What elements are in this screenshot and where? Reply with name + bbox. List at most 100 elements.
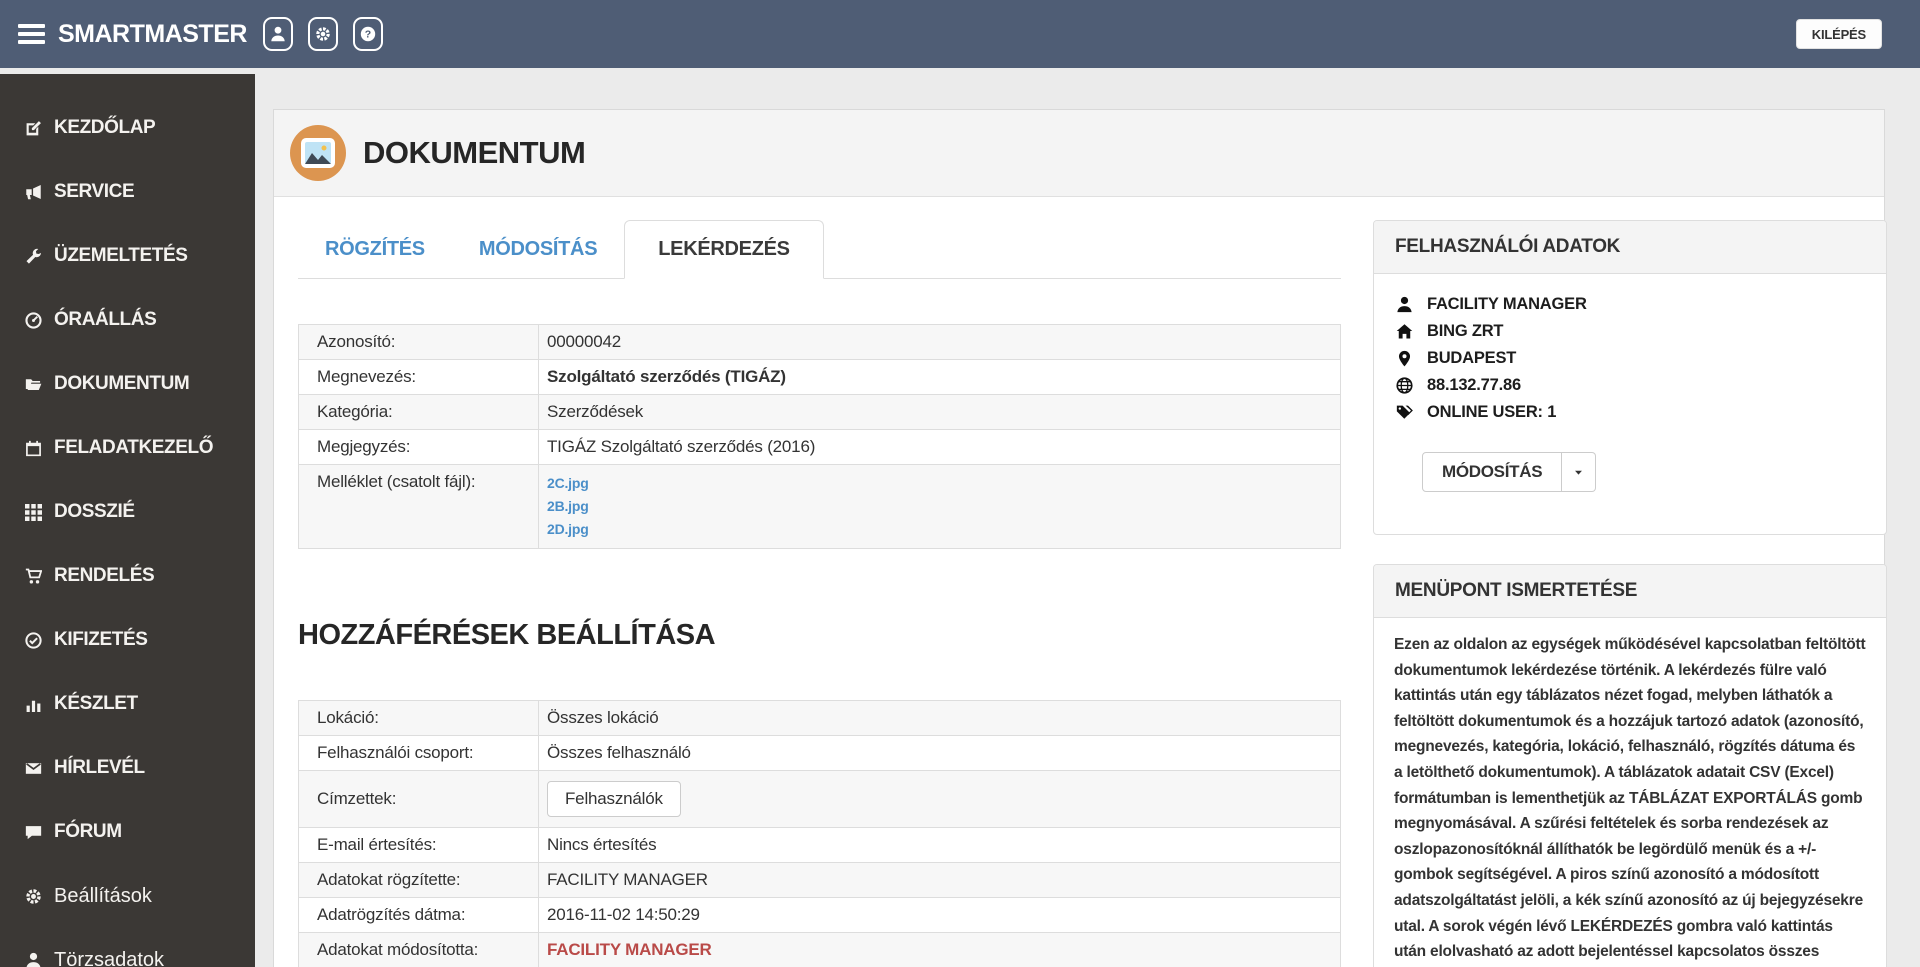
row-label: Címzettek: [298, 770, 539, 828]
bar-chart-icon [25, 696, 43, 713]
tab-lekerdezes[interactable]: LEKÉRDEZÉS [624, 220, 824, 279]
main-panel: DOKUMENTUM RÖGZÍTÉS MÓDOSÍTÁS LEKÉRDEZÉS… [273, 109, 1887, 967]
table-row: Megnevezés: Szolgáltató szerződés (TIGÁZ… [298, 359, 1341, 395]
envelope-icon [25, 760, 43, 777]
row-value: Szolgáltató szerződés (TIGÁZ) [538, 359, 1341, 395]
edit-square-icon [25, 120, 43, 137]
row-label: Melléklet (csatolt fájl): [298, 464, 539, 549]
row-value: 00000042 [538, 324, 1341, 360]
sidebar-item-uzemeltetes[interactable]: ÜZEMELTETÉS [0, 224, 255, 288]
sidebar-item-dokumentum[interactable]: DOKUMENTUM [0, 352, 255, 416]
section-heading: HOZZÁFÉRÉSEK BEÁLLÍTÁSA [298, 619, 716, 651]
table-row: Felhasználói csoport: Összes felhasználó [298, 735, 1341, 771]
user-button[interactable] [263, 17, 293, 51]
gauge-icon [25, 311, 43, 329]
tab-rogzites[interactable]: RÖGZÍTÉS [298, 220, 452, 278]
sidebar-item-torzsadatok[interactable]: Törzsadatok [0, 928, 255, 967]
megaphone-icon [25, 184, 43, 201]
user-icon [270, 26, 286, 42]
row-label: Kategória: [298, 394, 539, 430]
sidebar-item-label: FELADATKEZELŐ [54, 437, 214, 458]
row-label: Adatokat módosította: [298, 932, 539, 967]
modify-split-button: MÓDOSÍTÁS [1422, 452, 1597, 492]
sidebar-item-label: HÍRLEVÉL [54, 757, 145, 778]
tab-modositas[interactable]: MÓDOSÍTÁS [452, 220, 624, 278]
sidebar-item-dosszie[interactable]: DOSSZIÉ [0, 480, 255, 544]
sidebar-item-forum[interactable]: FÓRUM [0, 800, 255, 864]
sidebar: KEZDŐLAP SERVICE ÜZEMELTETÉS ÓRAÁLLÁS DO… [0, 74, 255, 967]
sidebar-item-kifizetes[interactable]: KIFIZETÉS [0, 608, 255, 672]
home-icon [1396, 323, 1414, 340]
sidebar-item-rendeles[interactable]: RENDELÉS [0, 544, 255, 608]
globe-icon [1396, 377, 1414, 394]
gear-icon [25, 888, 43, 905]
row-value: TIGÁZ Szolgáltató szerződés (2016) [538, 429, 1341, 465]
list-item: BUDAPEST [1396, 345, 1864, 372]
row-label: Megnevezés: [298, 359, 539, 395]
check-circle-icon [25, 631, 43, 649]
cart-icon [25, 568, 43, 585]
tab-bar: RÖGZÍTÉS MÓDOSÍTÁS LEKÉRDEZÉS [298, 220, 1341, 279]
attachment-list: 2C.jpg 2B.jpg 2D.jpg [538, 464, 1341, 549]
panel-title: FELHASZNÁLÓI ADATOK [1374, 221, 1886, 274]
calendar-icon [25, 440, 43, 457]
sidebar-item-label: ÜZEMELTETÉS [54, 245, 188, 266]
row-label: Azonosító: [298, 324, 539, 360]
sidebar-item-beallitasok[interactable]: Beállítások [0, 864, 255, 928]
wrench-icon [25, 248, 43, 265]
row-value: Felhasználók [538, 770, 1341, 828]
table-row: Adatokat módosította: FACILITY MANAGER [298, 932, 1341, 967]
menu-icon[interactable] [18, 24, 45, 44]
row-label: E-mail értesítés: [298, 827, 539, 863]
row-label: Adatrögzítés dátma: [298, 897, 539, 933]
map-marker-icon [1396, 350, 1414, 367]
sidebar-item-label: KEZDŐLAP [54, 117, 156, 138]
modify-button[interactable]: MÓDOSÍTÁS [1422, 452, 1563, 492]
sidebar-item-oraallas[interactable]: ÓRAÁLLÁS [0, 288, 255, 352]
modify-dropdown-toggle[interactable] [1562, 452, 1597, 492]
app-title: SMARTMASTER [58, 20, 247, 48]
page-title: DOKUMENTUM [363, 135, 586, 170]
row-value: 2016-11-02 14:50:29 [538, 897, 1341, 933]
access-table: Lokáció: Összes lokáció Felhasználói cso… [298, 700, 1341, 967]
panel-title: MENÜPONT ISMERTETÉSE [1374, 565, 1886, 618]
help-button[interactable]: ? [353, 17, 383, 51]
menu-description-panel: MENÜPONT ISMERTETÉSE Ezen az oldalon az … [1373, 564, 1887, 967]
sidebar-item-feladatkezelo[interactable]: FELADATKEZELŐ [0, 416, 255, 480]
image-icon [290, 125, 346, 181]
row-value: Összes felhasználó [538, 735, 1341, 771]
users-button[interactable]: Felhasználók [547, 781, 681, 817]
attachment-link[interactable]: 2D.jpg [547, 518, 1330, 541]
attachment-link[interactable]: 2C.jpg [547, 472, 1330, 495]
user-data-panel: FELHASZNÁLÓI ADATOK FACILITY MANAGER BIN… [1373, 220, 1887, 535]
sidebar-item-keszlet[interactable]: KÉSZLET [0, 672, 255, 736]
sidebar-item-label: KÉSZLET [54, 693, 138, 714]
table-row: Azonosító: 00000042 [298, 324, 1341, 360]
comment-icon [25, 824, 43, 841]
attachment-link[interactable]: 2B.jpg [547, 495, 1330, 518]
list-item: FACILITY MANAGER [1396, 291, 1864, 318]
sidebar-item-hirlevel[interactable]: HÍRLEVÉL [0, 736, 255, 800]
table-row: Lokáció: Összes lokáció [298, 700, 1341, 736]
sidebar-item-label: Beállítások [54, 884, 152, 907]
row-value: Összes lokáció [538, 700, 1341, 736]
document-table: Azonosító: 00000042 Megnevezés: Szolgált… [298, 324, 1341, 549]
row-label: Adatokat rögzítette: [298, 862, 539, 898]
city: BUDAPEST [1427, 349, 1517, 367]
grid-icon [25, 503, 43, 521]
table-row: Megjegyzés: TIGÁZ Szolgáltató szerződés … [298, 429, 1341, 465]
table-row: E-mail értesítés: Nincs értesítés [298, 827, 1341, 863]
row-value: FACILITY MANAGER [538, 932, 1341, 967]
table-row: Címzettek: Felhasználók [298, 770, 1341, 828]
folder-open-icon [25, 376, 43, 393]
sidebar-item-kezdolap[interactable]: KEZDŐLAP [0, 96, 255, 160]
row-label: Felhasználói csoport: [298, 735, 539, 771]
row-label: Lokáció: [298, 700, 539, 736]
user-icon [1396, 296, 1414, 313]
sidebar-item-service[interactable]: SERVICE [0, 160, 255, 224]
table-row: Adatrögzítés dátma: 2016-11-02 14:50:29 [298, 897, 1341, 933]
info-column: FELHASZNÁLÓI ADATOK FACILITY MANAGER BIN… [1373, 220, 1887, 967]
top-header: SMARTMASTER ? KILÉPÉS [0, 0, 1920, 68]
logout-button[interactable]: KILÉPÉS [1795, 19, 1882, 49]
settings-button[interactable] [308, 17, 338, 51]
